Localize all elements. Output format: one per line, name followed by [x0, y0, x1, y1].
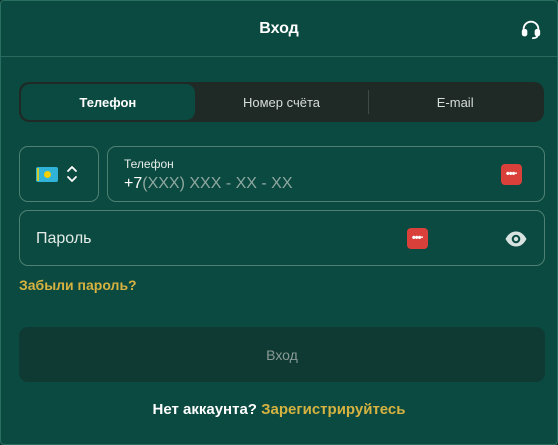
signup-question: Нет аккаунта? [152, 401, 257, 418]
tab-phone[interactable]: Телефон [21, 84, 195, 120]
password-manager-icon[interactable]: •••· [407, 228, 428, 249]
password-input[interactable]: Пароль •••· [19, 210, 545, 266]
kazakhstan-flag-icon [36, 166, 58, 182]
tab-email[interactable]: E-mail [368, 84, 542, 120]
modal-title: Вход [259, 19, 299, 37]
password-placeholder: Пароль [36, 230, 92, 247]
signup-link[interactable]: Зарегистрируйтесь [261, 401, 405, 418]
phone-mask: (XXX) XXX - XX - XX [142, 175, 293, 192]
country-code-select[interactable] [19, 146, 99, 202]
tab-account-number-label: Номер счёта [242, 94, 321, 110]
phone-input[interactable]: Телефон +7(XXX) XXX - XX - XX •••· [107, 146, 545, 202]
phone-input-value[interactable]: +7(XXX) XXX - XX - XX [124, 175, 293, 193]
login-method-tabs: Телефон Номер счёта E-mail [19, 82, 544, 122]
forgot-password-link[interactable]: Забыли пароль? [19, 277, 137, 293]
tab-phone-label: Телефон [79, 94, 137, 110]
support-button[interactable] [519, 17, 543, 41]
phone-input-label: Телефон [124, 157, 174, 171]
headset-icon [521, 20, 541, 40]
login-modal: Вход Телефон Номер счёта E-mail Телефон … [0, 0, 558, 445]
password-manager-icon[interactable]: •••· [501, 164, 522, 185]
modal-header: Вход [1, 1, 557, 57]
phone-country-prefix: +7 [124, 175, 143, 192]
eye-icon[interactable] [504, 227, 528, 251]
login-button[interactable]: Вход [19, 327, 545, 382]
tab-account-number[interactable]: Номер счёта [195, 84, 369, 120]
chevron-updown-icon [67, 166, 77, 182]
signup-prompt: Нет аккаунта? Зарегистрируйтесь [1, 401, 557, 418]
tab-email-label: E-mail [436, 94, 474, 110]
